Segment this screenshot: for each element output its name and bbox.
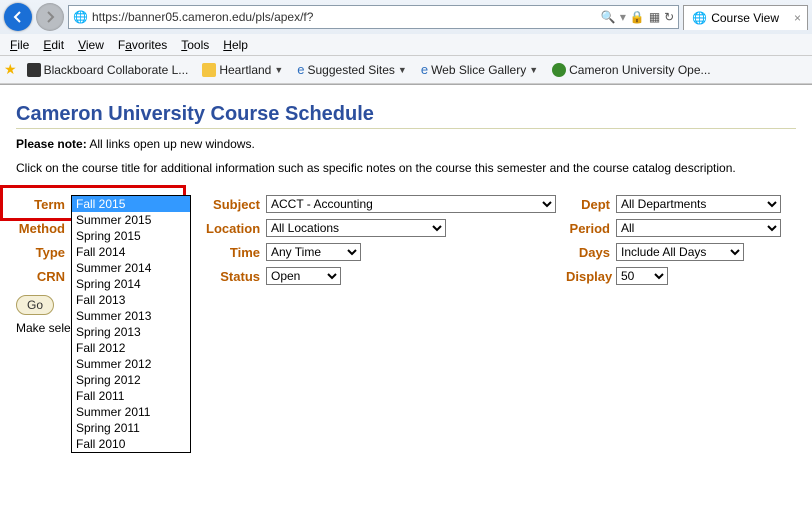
- nav-row: 🌐 https://banner05.cameron.edu/pls/apex/…: [0, 0, 812, 34]
- fav-heartland[interactable]: Heartland ▼: [198, 63, 287, 77]
- tab-strip: 🌐 Course View ×: [683, 4, 808, 30]
- search-icon[interactable]: 🔍: [601, 10, 616, 24]
- term-option[interactable]: Fall 2010: [72, 436, 190, 452]
- label-type: Type: [16, 245, 71, 260]
- compat-icon[interactable]: ▦: [649, 10, 660, 24]
- menu-favorites[interactable]: Favorites: [112, 36, 173, 54]
- page-title: Cameron University Course Schedule: [16, 103, 796, 126]
- label-crn: CRN: [16, 269, 71, 284]
- label-display: Display: [566, 269, 616, 284]
- ie-icon: e: [421, 62, 428, 77]
- dept-select[interactable]: All Departments: [616, 195, 781, 213]
- url-text: https://banner05.cameron.edu/pls/apex/f?: [92, 10, 597, 24]
- fav-blackboard[interactable]: Blackboard Collaborate L...: [23, 63, 193, 77]
- fav-suggested[interactable]: e Suggested Sites ▼: [293, 62, 411, 77]
- term-option[interactable]: Spring 2011: [72, 420, 190, 436]
- term-option[interactable]: Spring 2015: [72, 228, 190, 244]
- fav-cameron[interactable]: Cameron University Ope...: [548, 63, 714, 77]
- label-period: Period: [566, 221, 616, 236]
- status-select[interactable]: Open: [266, 267, 341, 285]
- term-option[interactable]: Summer 2013: [72, 308, 190, 324]
- term-dropdown-list: Fall 2015Summer 2015Spring 2015Fall 2014…: [71, 195, 191, 453]
- menu-file[interactable]: File: [4, 36, 35, 54]
- tab-close-icon[interactable]: ×: [794, 11, 801, 25]
- browser-tab[interactable]: 🌐 Course View ×: [683, 5, 808, 30]
- lock-icon: 🔒: [630, 10, 645, 24]
- fav-suggested-label: Suggested Sites: [308, 63, 395, 77]
- blackboard-icon: [27, 63, 41, 77]
- chevron-down-icon: ▼: [529, 65, 538, 75]
- label-status: Status: [206, 269, 266, 284]
- menu-help[interactable]: Help: [217, 36, 254, 54]
- fav-webslice-label: Web Slice Gallery: [431, 63, 526, 77]
- menu-edit[interactable]: Edit: [37, 36, 70, 54]
- folder-icon: [202, 63, 216, 77]
- chevron-down-icon: ▼: [274, 65, 283, 75]
- term-option[interactable]: Spring 2012: [72, 372, 190, 388]
- menu-view[interactable]: View: [72, 36, 110, 54]
- tab-title: Course View: [711, 11, 779, 25]
- ie-icon: e: [297, 62, 304, 77]
- term-option[interactable]: Summer 2015: [72, 212, 190, 228]
- term-option[interactable]: Spring 2014: [72, 276, 190, 292]
- term-option[interactable]: Summer 2011: [72, 404, 190, 420]
- display-select[interactable]: 50: [616, 267, 668, 285]
- chevron-down-icon: ▼: [398, 65, 407, 75]
- cameron-icon: [552, 63, 566, 77]
- menu-tools[interactable]: Tools: [175, 36, 215, 54]
- globe-icon: 🌐: [73, 10, 88, 24]
- term-option[interactable]: Fall 2012: [72, 340, 190, 356]
- description: Click on the course title for additional…: [16, 161, 796, 175]
- refresh-icon[interactable]: ↻: [664, 10, 674, 24]
- term-option[interactable]: Summer 2014: [72, 260, 190, 276]
- fav-webslice[interactable]: eWeb Slice Gallery ▼: [417, 62, 542, 77]
- term-option[interactable]: Fall 2015: [72, 196, 190, 212]
- subject-select[interactable]: ACCT - Accounting: [266, 195, 556, 213]
- fav-blackboard-label: Blackboard Collaborate L...: [44, 63, 189, 77]
- time-select[interactable]: Any Time: [266, 243, 361, 261]
- label-dept: Dept: [566, 197, 616, 212]
- address-bar[interactable]: 🌐 https://banner05.cameron.edu/pls/apex/…: [68, 5, 679, 29]
- page-content: Cameron University Course Schedule Pleas…: [0, 85, 812, 353]
- browser-chrome: 🌐 https://banner05.cameron.edu/pls/apex/…: [0, 0, 812, 85]
- term-option[interactable]: Fall 2014: [72, 244, 190, 260]
- note: Please note: All links open up new windo…: [16, 137, 796, 151]
- back-button[interactable]: [4, 3, 32, 31]
- go-button[interactable]: Go: [16, 295, 54, 315]
- term-option[interactable]: Fall 2011: [72, 388, 190, 404]
- tab-favicon: 🌐: [692, 11, 707, 25]
- label-method: Method: [16, 221, 71, 236]
- label-days: Days: [566, 245, 616, 260]
- term-option[interactable]: Summer 2012: [72, 356, 190, 372]
- fav-cameron-label: Cameron University Ope...: [569, 63, 710, 77]
- label-subject: Subject: [206, 197, 266, 212]
- term-option[interactable]: Spring 2013: [72, 324, 190, 340]
- label-time: Time: [206, 245, 266, 260]
- label-term: Term: [16, 197, 71, 212]
- filter-form: Term Fall 2015 Fall 2015Summer 2015Sprin…: [16, 195, 796, 285]
- addr-tools: 🔍▾ 🔒 ▦ ↻: [601, 10, 674, 24]
- favorites-star-icon[interactable]: ★: [4, 61, 17, 78]
- location-select[interactable]: All Locations: [266, 219, 446, 237]
- note-bold: Please note:: [16, 137, 87, 151]
- days-select[interactable]: Include All Days: [616, 243, 744, 261]
- period-select[interactable]: All: [616, 219, 781, 237]
- note-rest: All links open up new windows.: [87, 137, 255, 151]
- menu-bar: File Edit View Favorites Tools Help: [0, 34, 812, 56]
- forward-button[interactable]: [36, 3, 64, 31]
- fav-heartland-label: Heartland: [219, 63, 271, 77]
- divider: [16, 128, 796, 129]
- label-location: Location: [206, 221, 266, 236]
- term-option[interactable]: Fall 2013: [72, 292, 190, 308]
- favorites-bar: ★ Blackboard Collaborate L... Heartland …: [0, 56, 812, 84]
